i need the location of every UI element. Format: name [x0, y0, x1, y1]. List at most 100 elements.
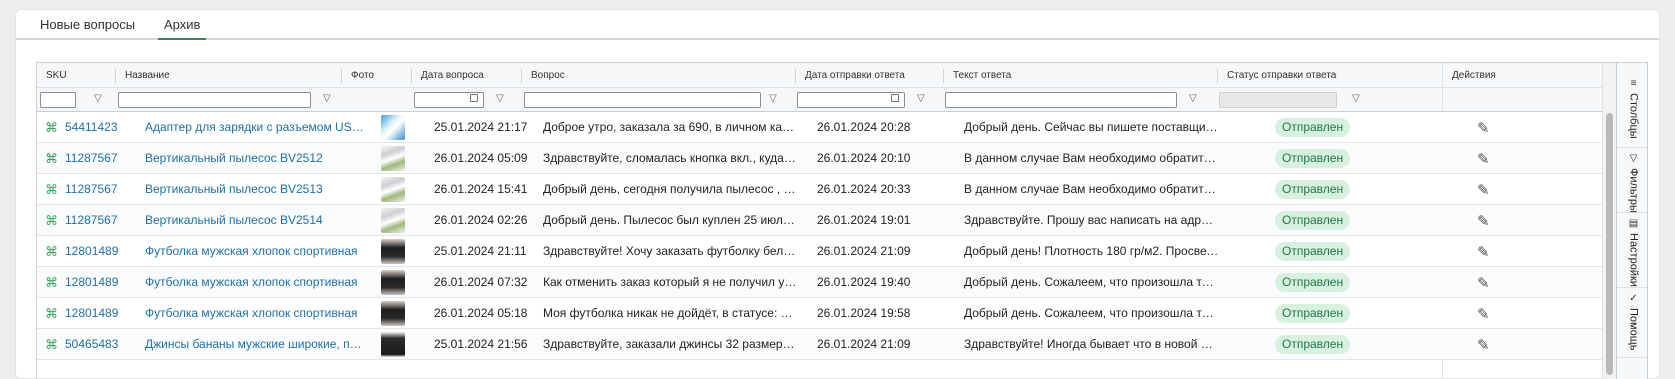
sku-link[interactable]: 11287567	[65, 174, 118, 205]
answer-text: Здравствуйте! Иногда бывает что в новой …	[964, 337, 1219, 351]
product-photo[interactable]	[381, 177, 405, 202]
table-row[interactable]: ⌘ 11287567 Вертикальный пылесос BV2514 2…	[37, 205, 1602, 236]
pencil-icon[interactable]: ✎	[1477, 212, 1490, 230]
col-header-question-date[interactable]: Дата вопроса	[412, 63, 484, 88]
filter-icon[interactable]: ▽	[94, 93, 102, 104]
sku-link[interactable]: 11287567	[65, 143, 118, 174]
product-photo[interactable]	[381, 239, 405, 264]
product-name-link[interactable]: Вертикальный пылесос BV2513	[145, 174, 365, 205]
table-row[interactable]: ⌘ 12801489 Футболка мужская хлопок спорт…	[37, 267, 1602, 298]
filter-row: ▽ ▽ ▽ ▽ ▽ ▽ ▽	[37, 88, 1602, 112]
calendar-icon[interactable]	[891, 94, 899, 102]
table-row[interactable]: ⌘ 12801489 Футболка мужская хлопок спорт…	[37, 298, 1602, 329]
share-icon[interactable]: ⌘	[45, 298, 58, 329]
col-header-answer-date[interactable]: Дата отправки ответа	[796, 63, 905, 88]
status-badge: Отправлен	[1275, 180, 1351, 199]
table-row[interactable]: ⌘ 11287567 Вертикальный пылесос BV2513 2…	[37, 174, 1602, 205]
side-tab-settings[interactable]: ▤ Настройки	[1617, 213, 1647, 288]
calendar-icon[interactable]	[470, 94, 478, 102]
answer-text-filter-input[interactable]	[945, 92, 1177, 108]
share-icon[interactable]: ⌘	[45, 174, 58, 205]
product-name-link[interactable]: Джинсы бананы мужские широкие, пря...	[145, 329, 365, 360]
filter-icon[interactable]: ▽	[323, 93, 331, 104]
question-date: 26.01.2024 05:18	[434, 306, 528, 320]
pencil-icon[interactable]: ✎	[1477, 119, 1490, 137]
table-row[interactable]: ⌘ 54411423 Адаптер для зарядки с разъемо…	[37, 112, 1602, 143]
product-photo[interactable]	[381, 115, 405, 140]
product-photo[interactable]	[381, 270, 405, 295]
status-badge: Отправлен	[1275, 149, 1351, 168]
pencil-icon[interactable]: ✎	[1477, 336, 1490, 354]
product-name-link[interactable]: Вертикальный пылесос BV2514	[145, 205, 365, 236]
sku-link[interactable]: 12801489	[65, 267, 118, 298]
product-name-link[interactable]: Футболка мужская хлопок спортивная	[145, 236, 365, 267]
filter-icon: ▽	[1629, 153, 1638, 164]
answer-date: 26.01.2024 20:28	[817, 120, 911, 134]
col-header-name[interactable]: Название	[116, 63, 170, 88]
side-tab-columns[interactable]: ≡ Столбцы	[1617, 73, 1647, 148]
product-photo[interactable]	[381, 301, 405, 326]
share-icon[interactable]: ⌘	[45, 205, 58, 236]
tab-archive[interactable]: Архив	[158, 17, 207, 40]
tab-new-questions[interactable]: Новые вопросы	[40, 17, 135, 32]
table-row[interactable]: ⌘ 11287567 Вертикальный пылесос BV2512 2…	[37, 143, 1602, 174]
status-badge: Отправлен	[1275, 118, 1351, 137]
sku-link[interactable]: 11287567	[65, 205, 118, 236]
status-badge: Отправлен	[1275, 273, 1351, 292]
status-badge: Отправлен	[1275, 335, 1351, 354]
question-date: 25.01.2024 21:56	[434, 337, 528, 351]
sku-link[interactable]: 12801489	[65, 236, 118, 267]
share-icon[interactable]: ⌘	[45, 329, 58, 360]
status-badge: Отправлен	[1275, 242, 1351, 261]
col-header-answer-text[interactable]: Текст ответа	[944, 63, 1011, 88]
pencil-icon[interactable]: ✎	[1477, 150, 1490, 168]
share-icon[interactable]: ⌘	[45, 143, 58, 174]
sku-filter-input[interactable]	[40, 92, 76, 108]
filter-icon[interactable]: ▽	[496, 93, 504, 104]
table-row[interactable]: ⌘ 12801489 Футболка мужская хлопок спорт…	[37, 236, 1602, 267]
sku-link[interactable]: 54411423	[65, 112, 118, 143]
answer-date: 26.01.2024 21:09	[817, 244, 911, 258]
scrollbar-thumb[interactable]	[1606, 113, 1613, 375]
filter-icon[interactable]: ▽	[1352, 93, 1360, 104]
questions-grid: SKU Название Фото Дата вопроса Вопрос Да…	[36, 62, 1648, 379]
status-filter-input	[1219, 92, 1337, 108]
name-filter-input[interactable]	[118, 92, 311, 108]
pencil-icon[interactable]: ✎	[1477, 243, 1490, 261]
side-tab-help[interactable]: ✓ Помощь	[1617, 288, 1647, 358]
answer-date: 26.01.2024 20:10	[817, 151, 911, 165]
product-photo[interactable]	[381, 332, 405, 357]
question-text: Добрый день. Пылесос был куплен 25 июля,…	[543, 213, 798, 227]
answer-text: Добрый день. Сожалеем, что произошла так…	[964, 306, 1219, 320]
filter-icon[interactable]: ▽	[1189, 93, 1197, 104]
product-name-link[interactable]: Футболка мужская хлопок спортивная	[145, 267, 365, 298]
side-tab-filters[interactable]: ▽ Фильтры	[1617, 148, 1647, 213]
table-row[interactable]: ⌘ 50465483 Джинсы бананы мужские широкие…	[37, 329, 1602, 360]
pencil-icon[interactable]: ✎	[1477, 274, 1490, 292]
col-header-photo[interactable]: Фото	[342, 63, 374, 88]
product-name-link[interactable]: Футболка мужская хлопок спортивная	[145, 298, 365, 329]
sku-link[interactable]: 12801489	[65, 298, 118, 329]
product-photo[interactable]	[381, 146, 405, 171]
share-icon[interactable]: ⌘	[45, 236, 58, 267]
filter-icon[interactable]: ▽	[769, 93, 777, 104]
product-name-link[interactable]: Адаптер для зарядки с разъемом USB-C	[145, 112, 365, 143]
vertical-scrollbar[interactable]	[1602, 63, 1616, 379]
question-text: Здравствуйте! Хочу заказать футболку бел…	[543, 244, 798, 258]
product-photo[interactable]	[381, 208, 405, 233]
answer-date-filter-input[interactable]	[797, 92, 905, 108]
filter-icon[interactable]: ▽	[917, 93, 925, 104]
sku-link[interactable]: 50465483	[65, 329, 118, 360]
pencil-icon[interactable]: ✎	[1477, 181, 1490, 199]
columns-icon: ≡	[1630, 78, 1637, 89]
question-filter-input[interactable]	[524, 92, 761, 108]
col-header-question[interactable]: Вопрос	[522, 63, 565, 88]
col-header-sku[interactable]: SKU	[37, 63, 67, 88]
share-icon[interactable]: ⌘	[45, 267, 58, 298]
share-icon[interactable]: ⌘	[45, 112, 58, 143]
col-header-status[interactable]: Статус отправки ответа	[1218, 63, 1336, 88]
question-text: Доброе утро, заказала за 690, в личном к…	[543, 120, 798, 134]
answer-text: Добрый день. Сейчас вы пишете поставщику…	[964, 120, 1219, 134]
pencil-icon[interactable]: ✎	[1477, 305, 1490, 323]
product-name-link[interactable]: Вертикальный пылесос BV2512	[145, 143, 365, 174]
